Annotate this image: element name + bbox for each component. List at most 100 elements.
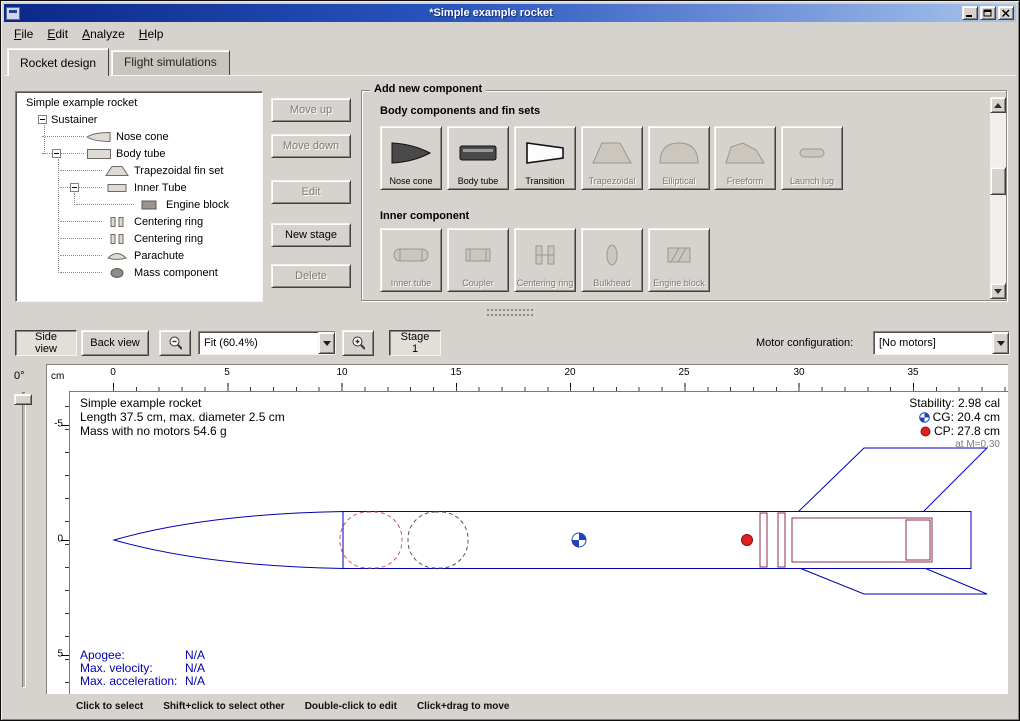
trapezoidal-fin-icon xyxy=(590,130,634,176)
back-view-toggle[interactable]: Back view xyxy=(81,330,149,356)
add-transition-button[interactable]: Transition xyxy=(514,126,576,190)
tree-item-engine-block[interactable]: Engine block xyxy=(18,196,262,213)
tree-item-fin-set[interactable]: Trapezoidal fin set xyxy=(18,162,262,179)
centering-ring-icon xyxy=(104,216,130,228)
tree-expander-icon[interactable] xyxy=(38,115,47,124)
tree-item-centering-ring-2[interactable]: Centering ring xyxy=(18,230,262,247)
menu-analyze[interactable]: Analyze xyxy=(75,24,132,44)
menu-help[interactable]: Help xyxy=(132,24,171,44)
cp-marker xyxy=(742,535,753,546)
tree-item-parachute[interactable]: Parachute xyxy=(18,247,262,264)
minimize-button[interactable] xyxy=(962,6,978,20)
close-button[interactable] xyxy=(998,6,1014,20)
zoom-in-button[interactable] xyxy=(342,330,374,356)
scroll-down-button[interactable] xyxy=(990,283,1006,299)
tree-item-sustainer[interactable]: Sustainer xyxy=(18,111,262,128)
add-inner-tube-button[interactable]: Inner tube xyxy=(380,228,442,292)
acceleration-value: N/A xyxy=(185,674,205,688)
tree-guide xyxy=(74,193,75,205)
motor-configuration-select[interactable]: [No motors] xyxy=(873,331,1010,355)
add-component-panel: Add new component Body components and fi… xyxy=(361,90,1007,301)
rotation-slider-handle[interactable] xyxy=(14,394,32,405)
nose-cone-outline[interactable] xyxy=(114,512,343,569)
rotation-slider-track[interactable] xyxy=(22,392,26,688)
hint-double-click: Double-click to edit xyxy=(305,701,397,712)
add-nose-cone-button[interactable]: Nose cone xyxy=(380,126,442,190)
engine-block-icon xyxy=(657,232,701,278)
add-freeform-fin-button[interactable]: Freeform xyxy=(714,126,776,190)
tree-expander-icon[interactable] xyxy=(52,149,61,158)
add-launch-lug-button[interactable]: Launch lug xyxy=(781,126,843,190)
splitter-grip-icon xyxy=(487,309,533,311)
component-panel-scrollbar[interactable] xyxy=(990,97,1006,299)
tree-item-body-tube[interactable]: Body tube xyxy=(18,145,262,162)
mach-condition: at M=0.30 xyxy=(909,438,1000,452)
hint-click-select: Click to select xyxy=(76,701,143,712)
stability-info: Stability: 2.98 cal CG: 20.4 cm CP: 27.8… xyxy=(909,396,1000,452)
tree-item-rocket[interactable]: Simple example rocket xyxy=(18,94,262,111)
fin-top[interactable] xyxy=(797,448,987,513)
coupler-icon xyxy=(456,232,500,278)
add-trapezoidal-fin-button[interactable]: Trapezoidal xyxy=(581,126,643,190)
fin-set-icon xyxy=(104,165,130,177)
add-body-tube-button[interactable]: Body tube xyxy=(447,126,509,190)
app-window: *Simple example rocket File Edit Analyze… xyxy=(0,0,1020,721)
menu-file[interactable]: File xyxy=(7,24,40,44)
move-up-button[interactable]: Move up xyxy=(271,98,351,122)
tree-connector xyxy=(60,187,70,188)
stage-1-toggle[interactable]: Stage 1 xyxy=(389,330,441,356)
add-elliptical-fin-button[interactable]: Elliptical xyxy=(648,126,710,190)
vertical-ruler: -5 0 5 xyxy=(47,391,69,694)
split-pane-divider[interactable] xyxy=(4,306,1016,326)
add-component-title: Add new component xyxy=(370,83,486,95)
add-centering-ring-button[interactable]: Centering ring xyxy=(514,228,576,292)
add-engine-block-button[interactable]: Engine block xyxy=(648,228,710,292)
splitter-grip-icon xyxy=(487,314,533,316)
body-tube-icon xyxy=(456,130,500,176)
body-tube-outline[interactable] xyxy=(343,512,971,569)
maximize-button[interactable] xyxy=(980,6,996,20)
cg-marker xyxy=(572,533,586,547)
tab-flight-simulations[interactable]: Flight simulations xyxy=(111,50,230,75)
fin-bottom[interactable] xyxy=(797,567,987,594)
motor-configuration-value: [No motors] xyxy=(874,337,992,349)
simulation-summary: Apogee:N/A Max. velocity:N/A Max. accele… xyxy=(80,649,205,688)
tab-rocket-design[interactable]: Rocket design xyxy=(7,48,109,76)
menubar: File Edit Analyze Help xyxy=(7,24,170,44)
engine-block-icon xyxy=(136,199,162,211)
edit-button[interactable]: Edit xyxy=(271,180,351,204)
horizontal-ruler: 0 5 10 15 20 25 30 35 xyxy=(69,365,1008,391)
hint-shift-click: Shift+click to select other xyxy=(163,701,284,712)
add-bulkhead-button[interactable]: Bulkhead xyxy=(581,228,643,292)
rocket-dimensions: Length 37.5 cm, max. diameter 2.5 cm xyxy=(80,410,285,424)
cp-value: CP: 27.8 cm xyxy=(934,424,1000,438)
move-down-button[interactable]: Move down xyxy=(271,134,351,158)
zoom-select[interactable]: Fit (60.4%) xyxy=(198,331,336,355)
tabstrip: Rocket design Flight simulations xyxy=(7,48,232,75)
tree-item-inner-tube[interactable]: Inner Tube xyxy=(18,179,262,196)
component-tree: Simple example rocket Sustainer Nose con… xyxy=(15,91,263,302)
centering-ring-icon xyxy=(523,232,567,278)
menu-edit[interactable]: Edit xyxy=(40,24,75,44)
tree-connector xyxy=(61,153,84,154)
app-icon[interactable] xyxy=(6,7,20,20)
dropdown-arrow-icon[interactable] xyxy=(992,332,1009,354)
tree-expander-icon[interactable] xyxy=(70,183,79,192)
hint-drag: Click+drag to move xyxy=(417,701,510,712)
delete-button[interactable]: Delete xyxy=(271,264,351,288)
rocket-figure-panel: cm 0 5 10 15 20 25 30 35 -5 0 5 xyxy=(46,364,1008,694)
arrow-down-icon xyxy=(994,289,1002,294)
scrollbar-thumb[interactable] xyxy=(990,167,1006,195)
rocket-canvas[interactable]: Simple example rocket Length 37.5 cm, ma… xyxy=(69,391,1008,694)
dropdown-arrow-icon[interactable] xyxy=(318,332,335,354)
side-view-toggle[interactable]: Side view xyxy=(15,330,77,356)
tree-item-mass-component[interactable]: Mass component xyxy=(18,264,262,281)
tree-item-centering-ring-1[interactable]: Centering ring xyxy=(18,213,262,230)
apogee-value: N/A xyxy=(185,648,205,662)
zoom-out-button[interactable] xyxy=(159,330,191,356)
add-coupler-button[interactable]: Coupler xyxy=(447,228,509,292)
rocket-name: Simple example rocket xyxy=(80,396,285,410)
tree-item-nose-cone[interactable]: Nose cone xyxy=(18,128,262,145)
new-stage-button[interactable]: New stage xyxy=(271,223,351,247)
scroll-up-button[interactable] xyxy=(990,97,1006,113)
